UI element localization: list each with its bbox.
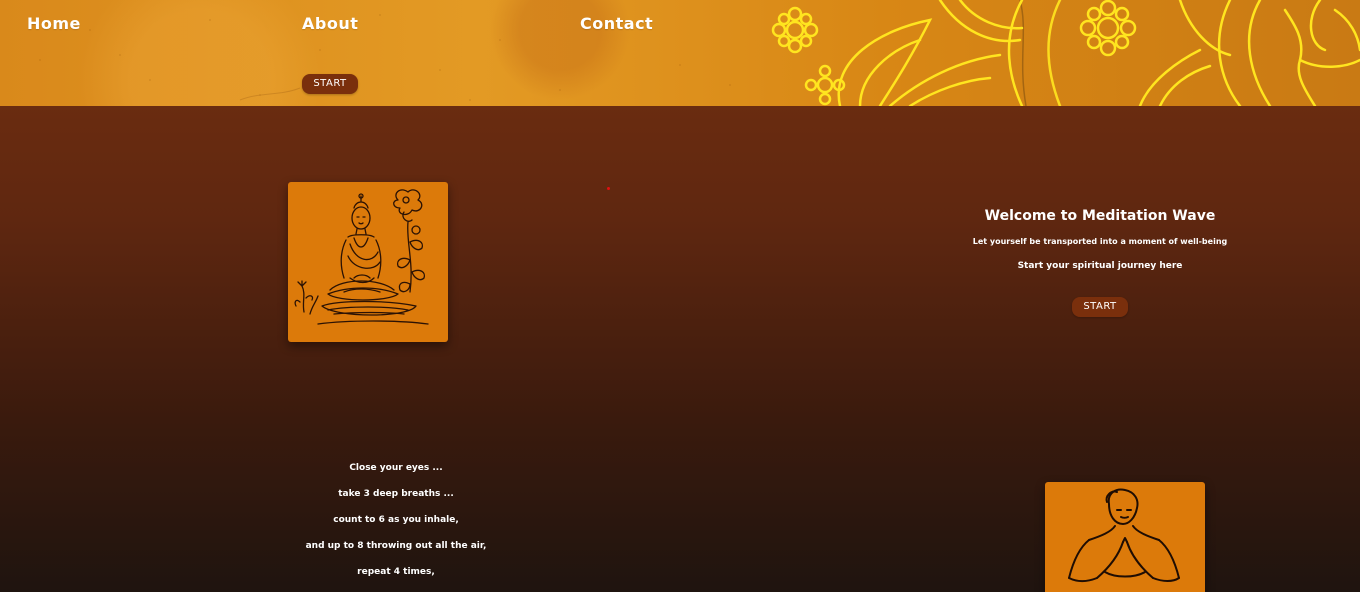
nav-contact-link[interactable]: Contact — [580, 14, 653, 33]
welcome-title: Welcome to Meditation Wave — [984, 208, 1216, 224]
breathing-instructions: Close your eyes ... take 3 deep breaths … — [246, 462, 546, 592]
welcome-subtitle: Let yourself be transported into a momen… — [972, 237, 1228, 246]
instruction-line: repeat 4 times, — [357, 567, 435, 577]
instruction-line: count to 6 as you inhale, — [333, 515, 459, 525]
welcome-cta-text: Start your spiritual journey here — [1017, 261, 1183, 271]
nav-home-link[interactable]: Home — [27, 14, 81, 33]
header-banner: Home About Contact START — [0, 0, 1360, 106]
buddha-image-card — [288, 182, 448, 342]
welcome-start-button[interactable]: START — [1072, 297, 1128, 317]
mandala-decoration — [771, 0, 1360, 106]
welcome-section: Welcome to Meditation Wave Let yourself … — [940, 206, 1260, 272]
buddha-meditating-icon — [294, 189, 429, 325]
praying-figure-icon — [1068, 488, 1180, 582]
nav-about-link[interactable]: About — [302, 14, 358, 33]
instruction-line: take 3 deep breaths ... — [338, 489, 454, 499]
instruction-line: and up to 8 throwing out all the air, — [305, 541, 487, 551]
red-dot-marker — [607, 187, 610, 190]
praying-image-card — [1045, 482, 1205, 592]
header-start-button[interactable]: START — [302, 74, 358, 94]
instruction-line: Close your eyes ... — [349, 463, 443, 473]
